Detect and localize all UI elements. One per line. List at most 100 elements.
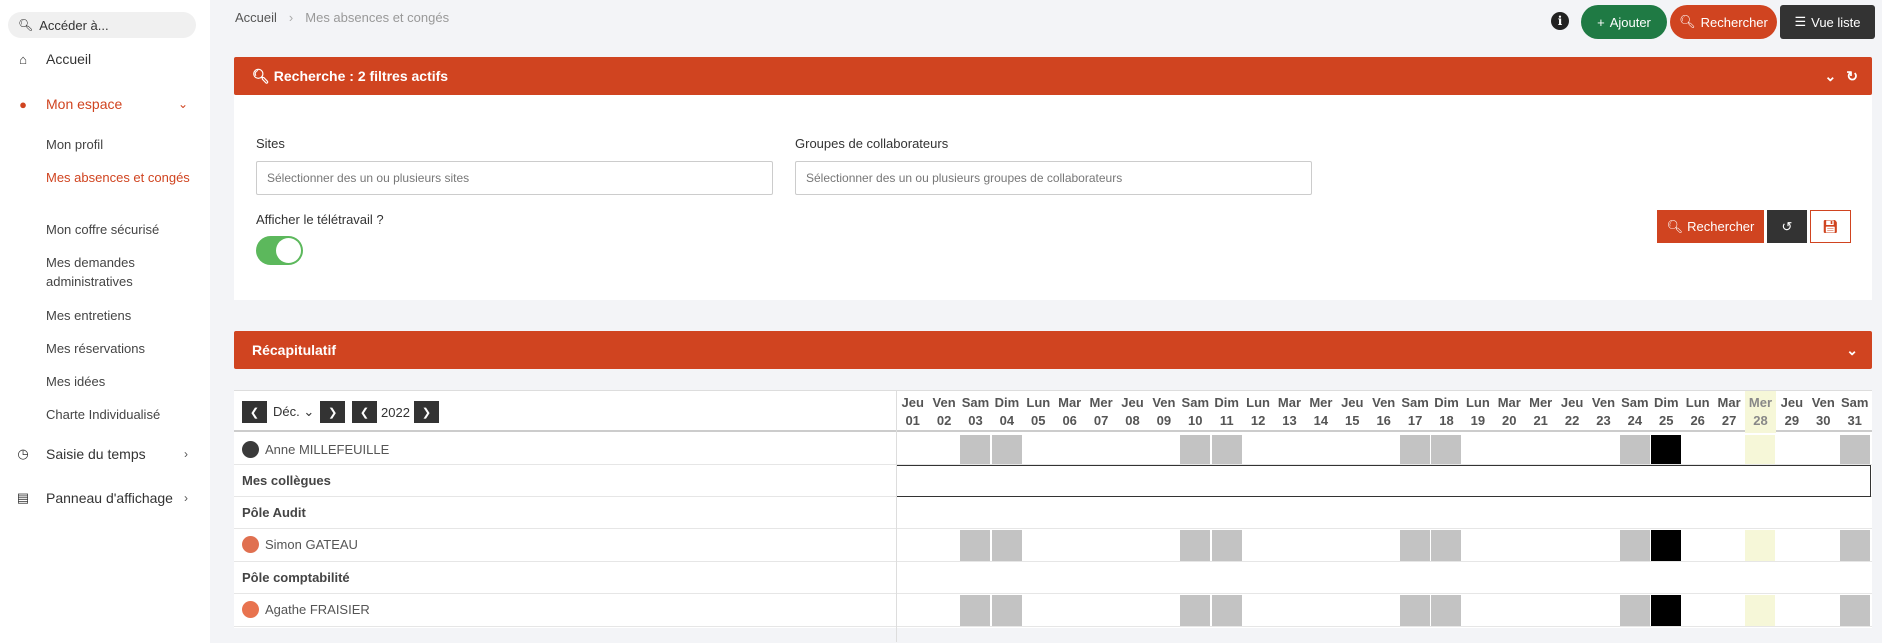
- day-cell-31[interactable]: [1839, 595, 1870, 626]
- refresh-icon[interactable]: ↻: [1846, 68, 1858, 85]
- day-cell-18[interactable]: [1431, 435, 1462, 464]
- month-select[interactable]: Déc. ⌄: [273, 404, 314, 420]
- year-value: 2022: [381, 404, 410, 420]
- avatar: [242, 536, 259, 553]
- day-number: 10: [1188, 413, 1203, 428]
- day-of-week: Mar: [1058, 395, 1082, 410]
- day-of-week: Mar: [1717, 395, 1741, 410]
- day-cell-17[interactable]: [1399, 435, 1430, 464]
- day-cell-04[interactable]: [991, 530, 1022, 561]
- add-button[interactable]: + Ajouter: [1581, 5, 1667, 39]
- day-cell-10[interactable]: [1180, 530, 1211, 561]
- day-header-10: Sam 10: [1180, 391, 1211, 433]
- sidebar-subitem-absences[interactable]: Mes absences et congés: [46, 168, 196, 187]
- search-button-label: Rechercher: [1700, 14, 1768, 30]
- avatar: [242, 441, 259, 458]
- day-cell-18[interactable]: [1431, 595, 1462, 626]
- day-cell-31[interactable]: [1839, 530, 1870, 561]
- chevron-down-icon[interactable]: ⌄: [1825, 68, 1837, 85]
- prev-year-button[interactable]: ❮: [352, 401, 377, 423]
- day-cell-17[interactable]: [1399, 530, 1430, 561]
- day-of-week: Ven: [1372, 395, 1396, 410]
- sidebar-search[interactable]: 🔍︎ Accéder à...: [8, 12, 196, 38]
- day-cell-25[interactable]: [1651, 530, 1682, 561]
- day-cell-04[interactable]: [991, 435, 1022, 464]
- day-of-week: Ven: [1811, 395, 1835, 410]
- day-header-19: Lun 19: [1462, 391, 1493, 433]
- day-number: 19: [1470, 413, 1486, 428]
- chevron-down-icon: ⌄: [177, 97, 188, 111]
- day-cell-17[interactable]: [1399, 595, 1430, 626]
- day-header-18: Dim 18: [1431, 391, 1462, 433]
- search-panel-header[interactable]: 🔍︎ Recherche : 2 filtres actifs ⌄ ↻: [234, 57, 1872, 95]
- sites-select[interactable]: Sélectionner des un ou plusieurs sites: [256, 161, 773, 195]
- search-button[interactable]: 🔍︎ Rechercher: [1670, 5, 1777, 39]
- sidebar-subitem-mon-profil[interactable]: Mon profil: [46, 135, 196, 154]
- day-cell-28[interactable]: [1745, 530, 1776, 561]
- day-cell-11[interactable]: [1211, 435, 1242, 464]
- person-name[interactable]: Anne MILLEFEUILLE: [242, 441, 389, 458]
- sidebar-item-accueil[interactable]: ⌂ Accueil: [0, 51, 210, 67]
- sidebar-subitem-charte[interactable]: Charte Individualisé: [46, 405, 196, 424]
- day-cell-03[interactable]: [960, 530, 991, 561]
- day-header-30: Ven 30: [1808, 391, 1839, 433]
- day-number: 23: [1596, 413, 1611, 428]
- day-cell-03[interactable]: [960, 435, 991, 464]
- person-row: Anne MILLEFEUILLE: [234, 434, 1872, 465]
- day-number: 11: [1219, 413, 1234, 428]
- filter-save-button[interactable]: 💾︎: [1810, 210, 1851, 243]
- next-year-button[interactable]: ❯: [413, 401, 439, 423]
- next-month-button[interactable]: ❯: [320, 401, 346, 423]
- day-number: 28: [1753, 413, 1768, 428]
- sidebar-item-saisie-temps[interactable]: ◷ Saisie du temps ›: [0, 446, 210, 462]
- day-header-22: Jeu 22: [1556, 391, 1587, 433]
- filter-reset-button[interactable]: ↺: [1767, 210, 1807, 243]
- day-cell-31[interactable]: [1839, 435, 1870, 464]
- day-of-week: Lun: [1026, 395, 1051, 410]
- sidebar-item-mon-espace[interactable]: ● Mon espace ⌄: [0, 96, 210, 112]
- day-cell-11[interactable]: [1211, 595, 1242, 626]
- day-cell-18[interactable]: [1431, 530, 1462, 561]
- sidebar-item-panneau[interactable]: ▤ Panneau d'affichage ›: [0, 490, 210, 506]
- search-icon: 🔍︎: [1679, 14, 1696, 29]
- sidebar-subitem-idees[interactable]: Mes idées: [46, 372, 196, 391]
- list-view-button[interactable]: ☰ Vue liste: [1780, 5, 1875, 39]
- home-icon: ⌂: [19, 51, 27, 67]
- day-cell-25[interactable]: [1651, 435, 1682, 464]
- summary-panel-header[interactable]: Récapitulatif ⌄: [234, 331, 1872, 369]
- day-of-week: Ven: [1591, 395, 1616, 410]
- day-number: 05: [1031, 413, 1046, 428]
- day-number: 14: [1313, 413, 1329, 428]
- day-cell-04[interactable]: [991, 595, 1022, 626]
- groups-select[interactable]: Sélectionner des un ou plusieurs groupes…: [795, 161, 1312, 195]
- sidebar-subitem-demandes[interactable]: Mes demandes administratives: [46, 253, 196, 291]
- prev-month-button[interactable]: ❮: [242, 401, 267, 423]
- day-cell-11[interactable]: [1211, 530, 1242, 561]
- sidebar-subitem-reservations[interactable]: Mes réservations: [46, 339, 196, 358]
- day-cell-28[interactable]: [1745, 595, 1776, 626]
- day-cell-03[interactable]: [960, 595, 991, 626]
- day-cell-28[interactable]: [1745, 435, 1776, 464]
- sidebar-subitem-coffre[interactable]: Mon coffre sécurisé: [46, 220, 196, 239]
- day-cell-10[interactable]: [1180, 435, 1211, 464]
- day-of-week: Jeu: [1341, 395, 1364, 410]
- chevron-down-icon[interactable]: ⌄: [1846, 342, 1858, 359]
- telework-toggle[interactable]: [256, 236, 303, 265]
- day-of-week: Lun: [1465, 395, 1490, 410]
- day-number: 26: [1690, 413, 1705, 428]
- day-number: 09: [1156, 413, 1172, 428]
- day-header-04: Dim 04: [991, 391, 1022, 433]
- person-name[interactable]: Agathe FRAISIER: [242, 601, 370, 618]
- day-cell-24[interactable]: [1619, 530, 1650, 561]
- person-name[interactable]: Simon GATEAU: [242, 536, 358, 553]
- group-row: Pôle Audit: [234, 497, 1872, 529]
- person-row: Agathe FRAISIER: [234, 594, 1872, 627]
- breadcrumb-home[interactable]: Accueil: [235, 10, 277, 25]
- filter-search-button[interactable]: 🔍︎ Rechercher: [1657, 210, 1764, 243]
- info-icon[interactable]: i: [1551, 12, 1569, 30]
- day-cell-10[interactable]: [1180, 595, 1211, 626]
- day-cell-25[interactable]: [1651, 595, 1682, 626]
- day-cell-24[interactable]: [1619, 595, 1650, 626]
- sidebar-subitem-entretiens[interactable]: Mes entretiens: [46, 306, 196, 325]
- day-cell-24[interactable]: [1619, 435, 1650, 464]
